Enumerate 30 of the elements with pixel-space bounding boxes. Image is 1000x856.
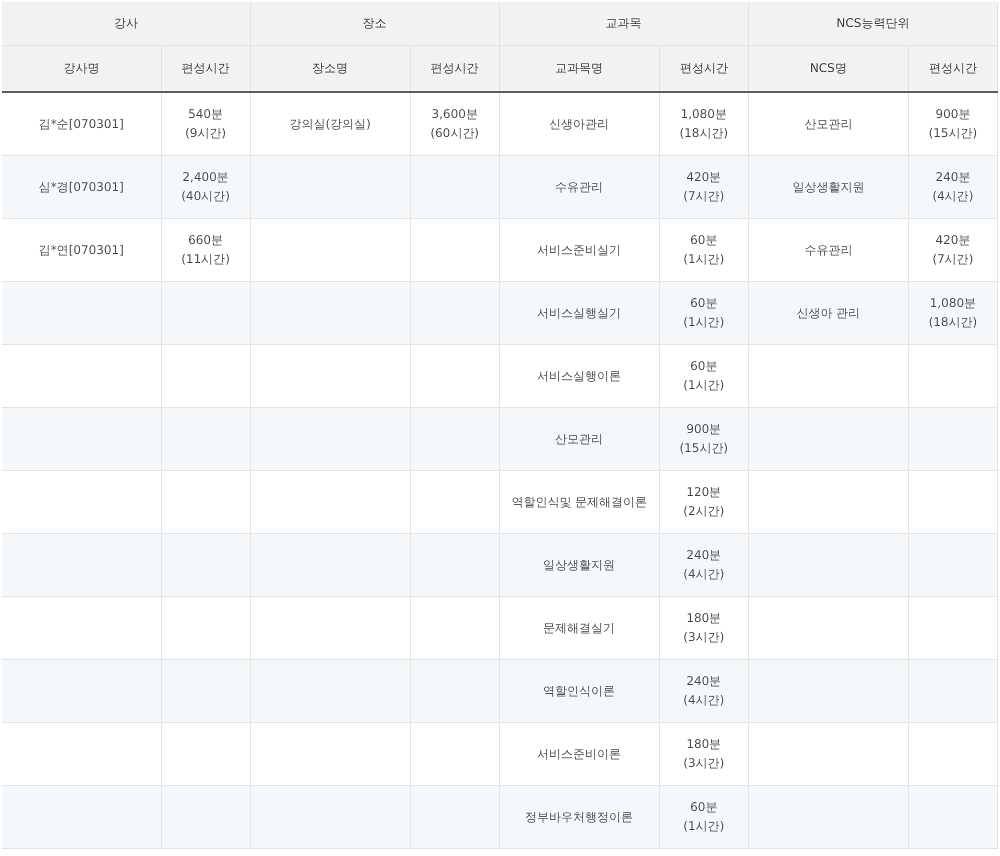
table-cell: 수유관리 (499, 156, 660, 218)
table-cell: 60분 (1시간) (659, 282, 748, 344)
column-header: 교과목명 (499, 46, 660, 92)
column-group-header: 강사 (2, 2, 250, 46)
column-header: 편성시간 (161, 46, 250, 92)
table-cell: 역할인식이론 (499, 660, 660, 722)
column-header: 편성시간 (908, 46, 998, 92)
column-header: 강사명 (2, 46, 162, 92)
table-cell: 240분 (4시간) (659, 534, 748, 596)
table-cell: 240분 (4시간) (908, 156, 998, 218)
table-cell: 신생아 관리 (748, 282, 908, 344)
column-header: 장소명 (250, 46, 410, 92)
column-group-header: 교과목 (499, 2, 748, 46)
table-cell: 420분 (7시간) (659, 156, 748, 218)
table-cell: 일상생활지원 (499, 534, 660, 596)
table-cell: 심*경[070301] (2, 156, 162, 218)
column-header: NCS명 (748, 46, 908, 92)
table-cell: 일상생활지원 (748, 156, 908, 218)
table-cell: 서비스실행실기 (499, 282, 660, 344)
table-cell: 60분 (1시간) (659, 786, 748, 848)
table-cell: 1,080분 (18시간) (908, 282, 998, 344)
table-cell: 산모관리 (499, 408, 660, 470)
table-cell: 정부바우처행정이론 (499, 786, 660, 848)
table-cell: 240분 (4시간) (659, 660, 748, 722)
table-cell: 2,400분 (40시간) (161, 156, 250, 218)
table-cell: 900분 (15시간) (659, 408, 748, 470)
column-header: 편성시간 (410, 46, 500, 92)
column-group-header: NCS능력단위 (748, 2, 998, 46)
column-group-header: 장소 (250, 2, 500, 46)
column-header: 편성시간 (659, 46, 748, 92)
